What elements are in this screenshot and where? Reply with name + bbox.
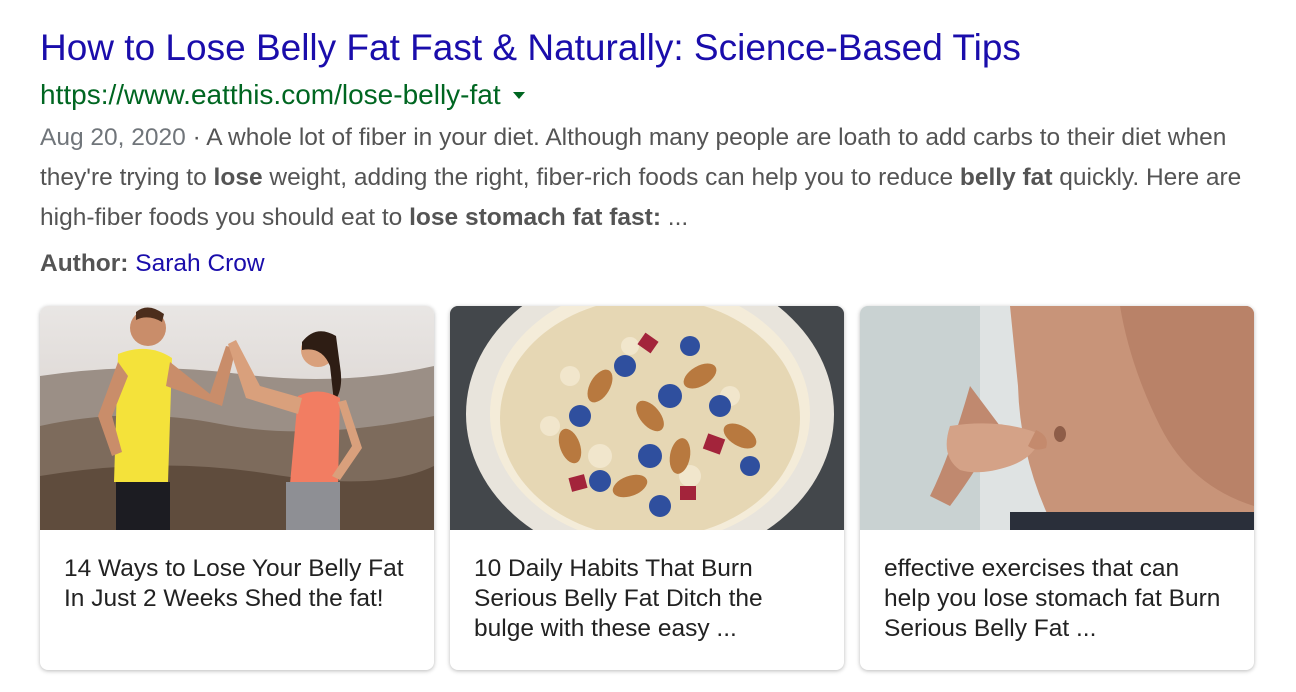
date-separator: · xyxy=(185,124,207,151)
image-card[interactable]: 14 Ways to Lose Your Belly Fat In Just 2… xyxy=(40,306,434,670)
couple-high-five-photo xyxy=(40,306,434,530)
author-label: Author: xyxy=(40,250,129,277)
result-title-link[interactable]: How to Lose Belly Fat Fast & Naturally: … xyxy=(40,24,1270,72)
search-result: How to Lose Belly Fat Fast & Naturally: … xyxy=(40,24,1270,284)
image-card[interactable]: effective exercises that can help you lo… xyxy=(860,306,1254,670)
author-row: Author: Sarah Crow xyxy=(40,244,1270,284)
snippet-bold-term: lose stomach fat fast: xyxy=(409,204,661,231)
card-caption: 14 Ways to Lose Your Belly Fat In Just 2… xyxy=(64,555,404,612)
url-menu-caret-icon[interactable] xyxy=(512,91,525,99)
result-url-row: https://www.eatthis.com/lose-belly-fat xyxy=(40,78,1270,112)
snippet-bold-term: belly fat xyxy=(959,164,1053,191)
result-date: Aug 20, 2020 xyxy=(40,124,186,151)
card-caption: effective exercises that can help you lo… xyxy=(884,555,1221,642)
image-card[interactable]: 10 Daily Habits That Burn Serious Belly … xyxy=(450,306,844,670)
result-snippet: Aug 20, 2020 · A whole lot of fiber in y… xyxy=(40,118,1270,238)
image-cards-row: 14 Ways to Lose Your Belly Fat In Just 2… xyxy=(40,306,1254,670)
pinched-belly-photo xyxy=(860,306,1254,530)
card-caption: 10 Daily Habits That Burn Serious Belly … xyxy=(474,555,763,642)
snippet-bold-term: lose xyxy=(213,164,263,191)
result-url[interactable]: https://www.eatthis.com/lose-belly-fat xyxy=(40,79,501,111)
oatmeal-bowl-photo xyxy=(450,306,844,530)
author-link[interactable]: Sarah Crow xyxy=(135,250,264,277)
snippet-part: weight, adding the right, fiber-rich foo… xyxy=(262,164,960,191)
snippet-part: ... xyxy=(660,204,689,231)
